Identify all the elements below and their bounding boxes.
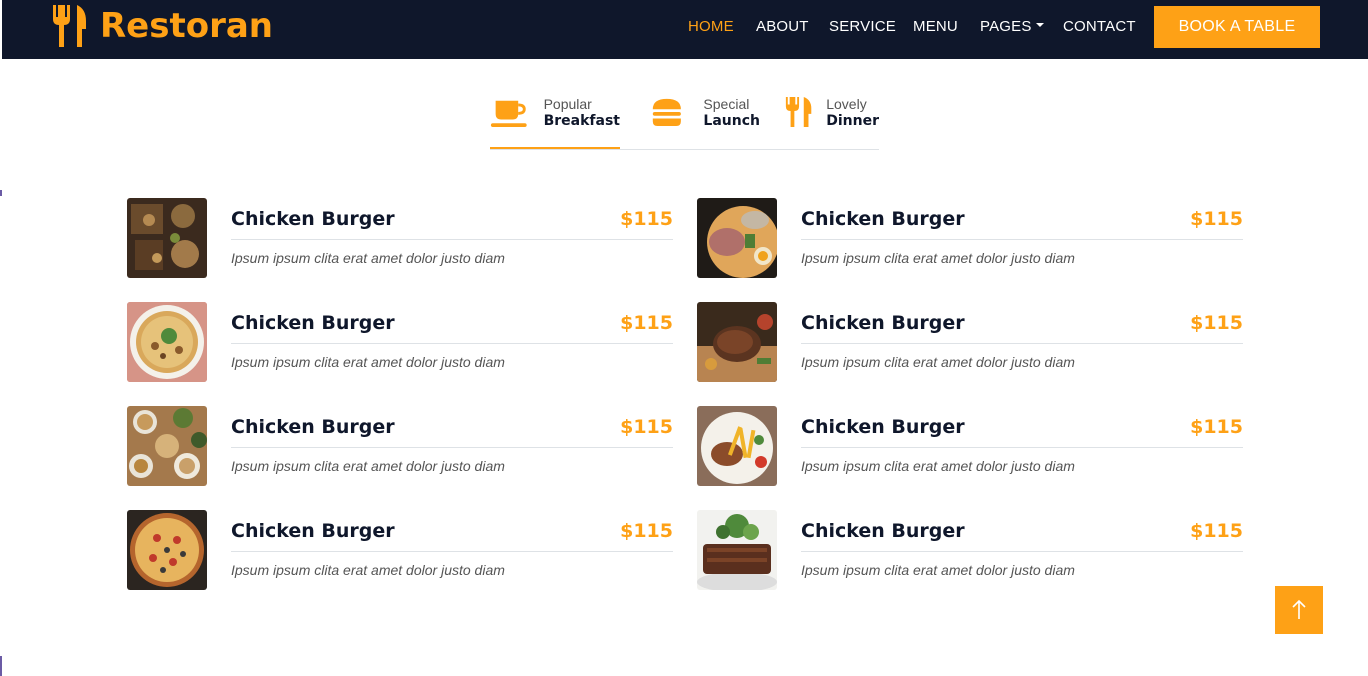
menu-item-body: Chicken Burger $115 Ipsum ipsum clita er… — [231, 406, 673, 486]
menu-item-name: Chicken Burger — [231, 208, 395, 230]
food-image — [127, 406, 207, 486]
nav-menu[interactable]: MENU — [913, 18, 958, 35]
menu-item-price: $115 — [1190, 208, 1243, 230]
food-image — [697, 302, 777, 382]
tab-dinner-small: Lovely — [826, 96, 867, 112]
edge-marker — [0, 190, 2, 196]
food-image — [127, 302, 207, 382]
food-image — [127, 198, 207, 278]
hamburger-icon — [652, 98, 681, 127]
tab-launch[interactable]: Special Launch — [650, 88, 760, 149]
utensils-icon — [53, 5, 86, 47]
food-image — [697, 406, 777, 486]
food-image — [697, 198, 777, 278]
menu-item-price: $115 — [620, 520, 673, 542]
brand-name: Restoran — [100, 6, 274, 46]
menu-item-body: Chicken Burger $115 Ipsum ipsum clita er… — [801, 198, 1243, 278]
menu-item-price: $115 — [1190, 416, 1243, 438]
tab-launch-small: Special — [703, 96, 750, 112]
menu-item-desc: Ipsum ipsum clita erat amet dolor justo … — [231, 562, 505, 578]
menu-item-desc: Ipsum ipsum clita erat amet dolor justo … — [801, 250, 1075, 266]
menu-item-name: Chicken Burger — [231, 312, 395, 334]
menu-item-name: Chicken Burger — [801, 208, 965, 230]
utensils-icon — [785, 96, 812, 128]
menu-item-body: Chicken Burger $115 Ipsum ipsum clita er… — [231, 510, 673, 590]
menu-item-body: Chicken Burger $115 Ipsum ipsum clita er… — [801, 510, 1243, 590]
nav-pages-dropdown[interactable]: PAGES — [980, 18, 1044, 35]
menu-item-header: Chicken Burger $115 — [801, 414, 1243, 448]
menu-item-price: $115 — [620, 312, 673, 334]
tab-breakfast[interactable]: Popular Breakfast — [490, 88, 620, 149]
menu-item-header: Chicken Burger $115 — [231, 310, 673, 344]
menu-item-name: Chicken Burger — [801, 312, 965, 334]
menu-item-desc: Ipsum ipsum clita erat amet dolor justo … — [801, 458, 1075, 474]
navbar: Restoran HOME ABOUT SERVICE MENU PAGES C… — [2, 0, 1368, 59]
menu-item[interactable]: Chicken Burger $115 Ipsum ipsum clita er… — [697, 406, 1243, 486]
menu-item-body: Chicken Burger $115 Ipsum ipsum clita er… — [231, 198, 673, 278]
menu-item-header: Chicken Burger $115 — [231, 206, 673, 240]
menu-item-desc: Ipsum ipsum clita erat amet dolor justo … — [231, 354, 505, 370]
menu-item-price: $115 — [1190, 520, 1243, 542]
menu-item-desc: Ipsum ipsum clita erat amet dolor justo … — [801, 562, 1075, 578]
menu-item[interactable]: Chicken Burger $115 Ipsum ipsum clita er… — [127, 198, 673, 278]
coffee-icon — [490, 100, 527, 128]
menu-item[interactable]: Chicken Burger $115 Ipsum ipsum clita er… — [127, 510, 673, 590]
nav-pages-label: PAGES — [980, 18, 1032, 35]
arrow-up-icon — [1292, 599, 1306, 619]
menu-item[interactable]: Chicken Burger $115 Ipsum ipsum clita er… — [697, 302, 1243, 382]
menu-tabs: Popular Breakfast Special Launch Lovely … — [490, 88, 879, 150]
menu-item[interactable]: Chicken Burger $115 Ipsum ipsum clita er… — [127, 406, 673, 486]
tab-breakfast-small: Popular — [543, 96, 592, 112]
menu-item-price: $115 — [620, 208, 673, 230]
book-table-button[interactable]: BOOK A TABLE — [1154, 6, 1320, 48]
menu-item-header: Chicken Burger $115 — [801, 518, 1243, 552]
nav-service[interactable]: SERVICE — [829, 18, 896, 35]
back-to-top-button[interactable] — [1275, 586, 1323, 634]
menu-item-price: $115 — [1190, 312, 1243, 334]
brand-logo[interactable]: Restoran — [50, 4, 273, 48]
tab-launch-big: Launch — [703, 113, 760, 129]
food-image — [697, 510, 777, 590]
tab-dinner-big: Dinner — [826, 113, 879, 129]
nav-about[interactable]: ABOUT — [756, 18, 809, 35]
menu-item[interactable]: Chicken Burger $115 Ipsum ipsum clita er… — [697, 510, 1243, 590]
menu-item-desc: Ipsum ipsum clita erat amet dolor justo … — [231, 458, 505, 474]
menu-item-price: $115 — [620, 416, 673, 438]
tab-dinner[interactable]: Lovely Dinner — [784, 88, 879, 149]
menu-item-name: Chicken Burger — [231, 416, 395, 438]
tab-breakfast-big: Breakfast — [543, 113, 620, 129]
nav-contact[interactable]: CONTACT — [1063, 18, 1136, 35]
menu-item-header: Chicken Burger $115 — [801, 206, 1243, 240]
food-image — [127, 510, 207, 590]
menu-item-body: Chicken Burger $115 Ipsum ipsum clita er… — [231, 302, 673, 382]
menu-item-header: Chicken Burger $115 — [801, 310, 1243, 344]
menu-item-desc: Ipsum ipsum clita erat amet dolor justo … — [231, 250, 505, 266]
edge-marker — [0, 656, 2, 676]
menu-item-name: Chicken Burger — [231, 520, 395, 542]
menu-item[interactable]: Chicken Burger $115 Ipsum ipsum clita er… — [127, 302, 673, 382]
nav-home[interactable]: HOME — [688, 18, 734, 35]
menu-item-body: Chicken Burger $115 Ipsum ipsum clita er… — [801, 302, 1243, 382]
menu-item-desc: Ipsum ipsum clita erat amet dolor justo … — [801, 354, 1075, 370]
menu-item[interactable]: Chicken Burger $115 Ipsum ipsum clita er… — [697, 198, 1243, 278]
menu-item-body: Chicken Burger $115 Ipsum ipsum clita er… — [801, 406, 1243, 486]
menu-item-header: Chicken Burger $115 — [231, 414, 673, 448]
menu-item-name: Chicken Burger — [801, 520, 965, 542]
menu-item-name: Chicken Burger — [801, 416, 965, 438]
menu-item-header: Chicken Burger $115 — [231, 518, 673, 552]
caret-down-icon — [1035, 23, 1044, 28]
